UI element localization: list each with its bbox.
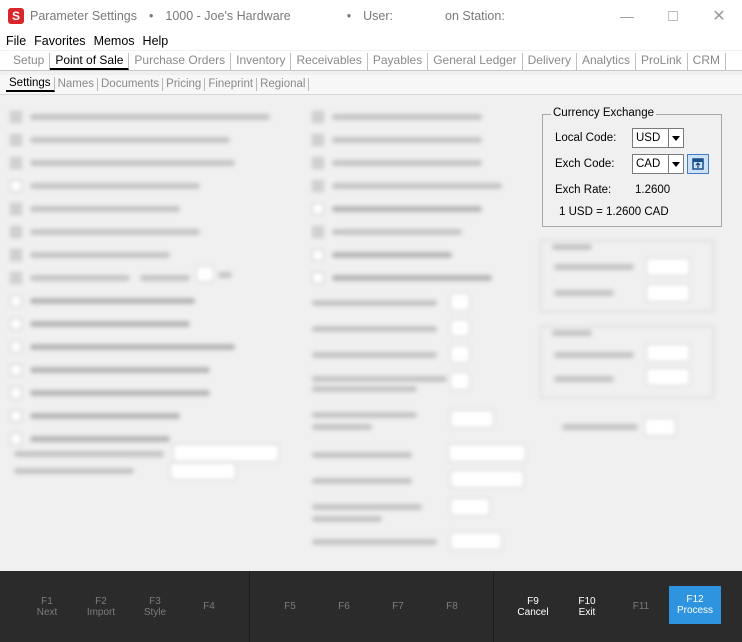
fkey-caption: Next [36,606,58,618]
tab-prolink[interactable]: ProLink [636,53,688,70]
menu-help[interactable]: Help [143,34,169,48]
conversion-text: 1 USD = 1.2600 CAD [559,206,669,218]
fkey-label: F10 [578,595,596,607]
exch-code-lookup-button[interactable] [687,154,709,174]
subtab-documents[interactable]: Documents [98,78,164,91]
title-separator-dot: • [149,9,154,23]
fbar-divider [493,571,494,642]
tab-inventory[interactable]: Inventory [231,53,292,70]
menu-favorites[interactable]: Favorites [34,34,85,48]
exch-code-value: CAD [636,158,661,170]
tab-general-ledger[interactable]: General Ledger [428,53,523,70]
tab-receivables[interactable]: Receivables [291,53,368,70]
fkey-label: F2 [95,595,107,607]
fkey-label: F1 [41,595,53,607]
menu-bar: File Favorites Memos Help [0,32,742,50]
maximize-icon[interactable] [650,0,696,32]
fkey-label: F12 [686,594,704,605]
f5-button[interactable]: F5 [263,571,317,642]
fkey-label: F11 [632,601,650,612]
chevron-down-icon[interactable] [668,128,684,148]
window-title-user: User: [363,9,394,23]
settings-subtabs: Settings Names Documents Pricing Finepri… [0,75,742,95]
window-title-station: on Station: [445,9,505,23]
subtab-settings[interactable]: Settings [6,77,55,92]
exch-rate-value: 1.2600 [635,184,671,196]
window-title-name: Parameter Settings [30,9,137,23]
tab-point-of-sale[interactable]: Point of Sale [50,53,130,70]
tab-setup[interactable]: Setup [8,53,51,70]
f4-button[interactable]: F4 [182,571,236,642]
f8-button[interactable]: F8 [425,571,479,642]
title-separator-dot: • [346,9,352,23]
menu-memos[interactable]: Memos [94,34,135,48]
fkey-label: F9 [527,595,539,607]
fkey-label: F6 [338,601,350,612]
window-title-store: 1000 - Joe's Hardware [165,9,291,23]
currency-exchange-legend: Currency Exchange [551,107,656,119]
tab-delivery[interactable]: Delivery [523,53,577,70]
fkey-label: F7 [392,601,404,612]
f12-process-button[interactable]: F12 Process [669,586,721,624]
fkey-caption: Import [86,606,116,618]
close-icon[interactable]: ✕ [696,0,742,32]
f1-next-button[interactable]: F1 Next [20,571,74,642]
tab-analytics[interactable]: Analytics [577,53,636,70]
module-tabs: Setup Point of Sale Purchase Orders Inve… [0,51,742,71]
fkey-label: F4 [203,601,215,612]
exch-rate-label: Exch Rate: [555,184,612,196]
window-controls: — ✕ [604,0,742,32]
tab-crm[interactable]: CRM [688,53,726,70]
subtab-regional[interactable]: Regional [257,78,310,91]
fkey-label: F5 [284,601,296,612]
f6-button[interactable]: F6 [317,571,371,642]
fkey-caption: Cancel [517,606,549,618]
minimize-icon[interactable]: — [604,0,650,32]
settings-panel: Currency Exchange Local Code: USD Exch C… [0,96,742,571]
function-key-bar: F1 Next F2 Import F3 Style F4 F5 F6 F7 F8 F… [0,571,742,642]
menu-file[interactable]: File [6,34,26,48]
f10-exit-button[interactable]: F10 Exit [560,571,614,642]
tab-payables[interactable]: Payables [368,53,429,70]
subtab-pricing[interactable]: Pricing [163,78,206,91]
subtab-fineprint[interactable]: Fineprint [205,78,258,91]
fkey-label: F3 [149,595,161,607]
lookup-icon [692,158,704,170]
currency-exchange-group: Currency Exchange Local Code: USD Exch C… [542,107,722,227]
fbar-divider [249,571,250,642]
f9-cancel-button[interactable]: F9 Cancel [506,571,560,642]
f11-button[interactable]: F11 [614,571,668,642]
local-code-value: USD [636,132,661,144]
f3-style-button[interactable]: F3 Style [128,571,182,642]
chevron-down-icon[interactable] [668,154,684,174]
fkey-caption: Process [676,605,714,616]
exch-code-select[interactable]: CAD [632,154,684,174]
title-bar: S Parameter Settings • 1000 - Joe's Hardwa… [0,0,742,32]
fkey-caption: Style [143,606,167,618]
f7-button[interactable]: F7 [371,571,425,642]
local-code-label: Local Code: [555,132,617,144]
fkey-caption: Exit [578,606,596,618]
tab-purchase-orders[interactable]: Purchase Orders [129,53,232,70]
local-code-select[interactable]: USD [632,128,684,148]
app-logo-icon: S [8,8,24,24]
window-title: Parameter Settings • 1000 - Joe's Hardware… [30,9,505,23]
f2-import-button[interactable]: F2 Import [74,571,128,642]
exch-code-label: Exch Code: [555,158,615,170]
fkey-label: F8 [446,601,458,612]
subtab-names[interactable]: Names [55,78,98,91]
